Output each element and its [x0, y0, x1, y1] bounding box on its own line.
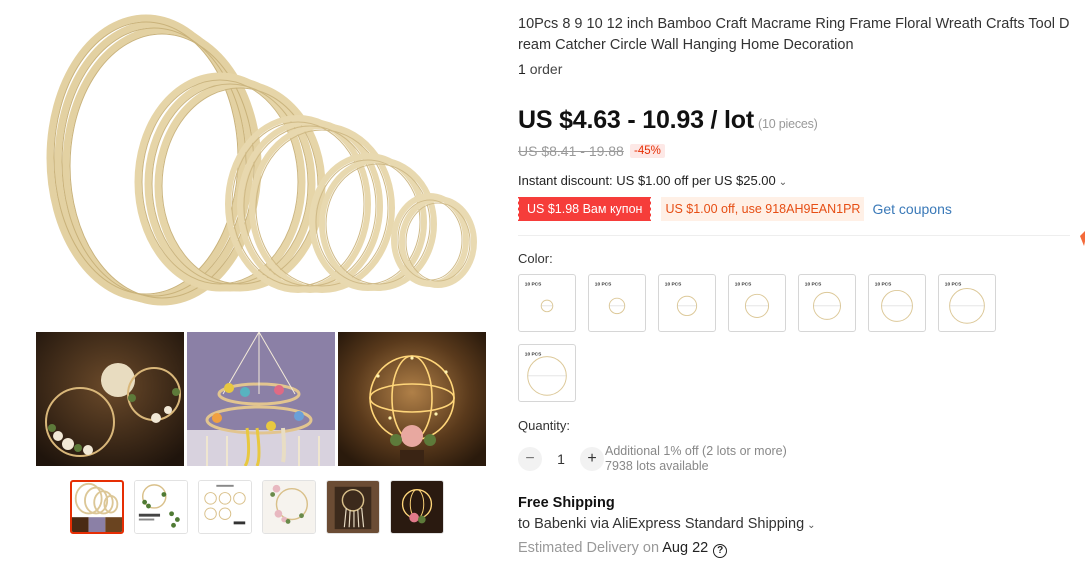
coupon-code-tag[interactable]: US $1.00 off, use 918AH9EAN1PR [661, 197, 865, 221]
size-chart-icon [199, 481, 251, 533]
price-current: US $4.63 - 10.93 / lot (10 pieces) [518, 106, 818, 135]
swatch-label: 10 PCS [595, 282, 612, 288]
main-product-image[interactable] [28, 8, 490, 326]
color-option[interactable]: 10 PCS [658, 274, 716, 332]
delivery-date: Aug 22 [662, 540, 709, 556]
thumbnail-strip [70, 480, 444, 534]
side-panel-tab-icon[interactable] [1078, 228, 1085, 246]
swatch-label: 10 PCS [735, 282, 752, 288]
ring-size-icon: 10 PCS [735, 282, 770, 318]
swatch-label: 10 PCS [525, 352, 542, 358]
price-range: US $4.63 - 10.93 / lot [518, 106, 754, 134]
quantity-decrease-button[interactable]: − [518, 447, 542, 471]
shipping-method[interactable]: to Babenki via AliExpress Standard Shipp… [518, 516, 816, 532]
thumbnail-rings[interactable] [70, 480, 124, 534]
color-option[interactable]: 10 PCS [798, 274, 856, 332]
rings-thumb-icon [72, 482, 122, 532]
chevron-down-icon: ⌄ [778, 177, 788, 188]
quantity-note: Additional 1% off (2 lots or more) 7938 … [605, 444, 787, 474]
ring-size-icon: 10 PCS [595, 282, 626, 315]
color-option[interactable]: 10 PCS [938, 274, 996, 332]
lighted-hoop-icon [391, 481, 443, 533]
help-icon[interactable]: ? [713, 544, 728, 558]
order-count-label: order [529, 61, 563, 77]
thumbnail-lighted-hoop[interactable] [390, 480, 444, 534]
ring-size-icon: 10 PCS [665, 282, 698, 317]
discount-badge: -45% [630, 144, 665, 158]
price-original: US $8.41 - 19.88 [518, 143, 624, 159]
color-option[interactable]: 10 PCS [868, 274, 926, 332]
product-info-panel: 10Pcs 8 9 10 12 inch Bamboo Craft Macram… [515, 0, 1085, 566]
ring-size-icon: 10 PCS [525, 352, 567, 396]
lifestyle-collage [36, 332, 486, 466]
product-title: 10Pcs 8 9 10 12 inch Bamboo Craft Macram… [518, 16, 1070, 53]
thumbnail-macrame-wall[interactable] [326, 480, 380, 534]
quantity-value[interactable]: 1 [542, 451, 580, 467]
quantity-label: Quantity: [518, 418, 571, 433]
thumbnail-greenery-wreath[interactable] [134, 480, 188, 534]
chevron-down-icon: ⌄ [807, 520, 816, 531]
store-coupon-button[interactable]: US $1.98 Вам купон [515, 197, 652, 221]
thumbnail-floral-hoop[interactable] [262, 480, 316, 534]
lighted-sphere-photo [338, 332, 486, 466]
ring-size-icon: 10 PCS [805, 282, 841, 320]
bamboo-rings-image [46, 14, 477, 306]
swatch-label: 10 PCS [875, 282, 892, 288]
quantity-stepper: − 1 + [518, 446, 604, 472]
product-gallery [0, 0, 500, 566]
bulk-discount-note: Additional 1% off (2 lots or more) [605, 444, 787, 458]
macrame-mobile-photo [187, 332, 335, 466]
macrame-wall-icon [327, 481, 379, 533]
swatch-label: 10 PCS [525, 282, 542, 288]
thumbnail-size-chart[interactable] [198, 480, 252, 534]
shipping-method-text: to Babenki via AliExpress Standard Shipp… [518, 516, 805, 532]
ring-size-icon: 10 PCS [945, 282, 985, 324]
order-count: 1 order [518, 61, 562, 77]
greenery-wreath-icon [135, 481, 187, 533]
shipping-title: Free Shipping [518, 495, 615, 511]
color-option[interactable]: 10 PCS [518, 344, 576, 402]
instant-discount[interactable]: Instant discount: US $1.00 off per US $2… [518, 173, 787, 188]
instant-discount-text: Instant discount: US $1.00 off per US $2… [518, 173, 776, 188]
section-divider [518, 235, 1070, 236]
swatch-label: 10 PCS [945, 282, 962, 288]
floral-hoop-icon [263, 481, 315, 533]
floral-wreath-hoops-photo [36, 332, 184, 466]
price-unit-note: (10 pieces) [758, 117, 818, 131]
coupon-row: US $1.98 Вам купон US $1.00 off, use 918… [515, 197, 1070, 221]
ring-size-icon: 10 PCS [875, 282, 913, 322]
color-option[interactable]: 10 PCS [588, 274, 646, 332]
ring-size-icon: 10 PCS [525, 282, 554, 313]
order-count-number: 1 [518, 61, 526, 77]
color-option[interactable]: 10 PCS [518, 274, 576, 332]
swatch-label: 10 PCS [805, 282, 822, 288]
color-label: Color: [518, 251, 553, 266]
delivery-label: Estimated Delivery on [518, 540, 660, 556]
get-coupons-link[interactable]: Get coupons [872, 201, 951, 217]
swatch-label: 10 PCS [665, 282, 682, 288]
color-option[interactable]: 10 PCS [728, 274, 786, 332]
estimated-delivery: Estimated Delivery on Aug 22? [518, 540, 728, 558]
stock-available: 7938 lots available [605, 459, 709, 473]
quantity-increase-button[interactable]: + [580, 447, 604, 471]
